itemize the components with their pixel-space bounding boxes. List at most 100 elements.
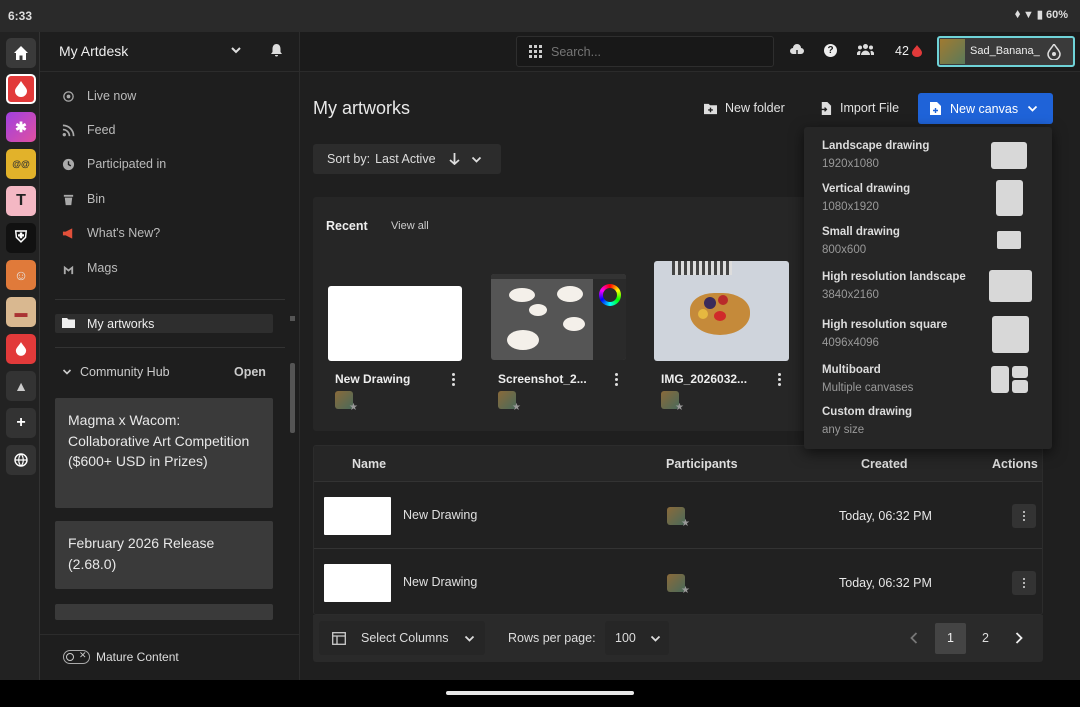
small-shape-icon (997, 231, 1021, 249)
search-input[interactable] (551, 43, 761, 61)
recent-card-title[interactable]: Screenshot_2... (498, 372, 587, 386)
signal-icon: ⬧ (1015, 8, 1021, 20)
more-icon[interactable] (450, 373, 456, 386)
home-icon[interactable] (6, 38, 36, 68)
search-box[interactable] (516, 36, 774, 67)
row-actions-button[interactable] (1012, 571, 1036, 595)
points-counter[interactable]: 42 (895, 44, 922, 58)
chevron-left-icon[interactable] (910, 632, 918, 644)
space-puzzle-icon[interactable]: ✱ (6, 112, 36, 142)
more-icon[interactable] (613, 373, 619, 386)
recent-card-thumb[interactable] (491, 274, 626, 360)
space-shield-icon[interactable]: ⛨ (6, 223, 36, 253)
clock-icon (62, 158, 75, 170)
chevron-right-icon[interactable] (1015, 632, 1023, 644)
sidebar-item-mags[interactable]: Mags (62, 261, 118, 275)
wifi-icon: ▼ (1023, 8, 1034, 21)
home-gesture-handle[interactable] (446, 691, 634, 695)
file-plus-icon (930, 102, 941, 115)
recent-card-title[interactable]: New Drawing (335, 372, 410, 386)
column-created[interactable]: Created (861, 457, 908, 471)
sidebar-item-my-artworks[interactable]: My artworks (55, 314, 273, 333)
column-participants[interactable]: Participants (666, 457, 738, 471)
menu-item-landscape[interactable]: Landscape drawing 1920x1080 (822, 140, 929, 170)
mags-icon (63, 265, 74, 274)
hub-card-partial[interactable] (55, 604, 273, 620)
row-thumbnail (324, 564, 391, 602)
page-1-button[interactable]: 1 (935, 623, 966, 654)
community-open-link[interactable]: Open (234, 365, 266, 379)
sidebar-scrollbar[interactable] (290, 363, 295, 433)
multiboard-shape-icon (1012, 366, 1028, 378)
more-icon[interactable] (776, 373, 782, 386)
chevron-down-icon (464, 635, 474, 642)
import-file-button[interactable]: Import File (819, 101, 899, 115)
chevron-down-icon (650, 635, 660, 642)
hub-card-competition[interactable]: Magma x Wacom: Collaborative Art Competi… (55, 398, 273, 508)
toggle-switch[interactable]: ✕ (63, 650, 90, 664)
select-columns-button[interactable]: Select Columns (319, 621, 485, 655)
badge-icon (1047, 44, 1061, 60)
bell-icon[interactable] (270, 43, 283, 62)
mature-content-toggle[interactable]: ✕ Mature Content (63, 650, 179, 664)
flame-icon (911, 45, 922, 57)
row-name: New Drawing (403, 508, 478, 522)
multiboard-shape-icon (991, 366, 1009, 393)
row-name: New Drawing (403, 575, 478, 589)
status-time: 6:33 (8, 9, 33, 23)
status-bar: 6:33 ⬧ ▼ ▮ 60% (0, 0, 1080, 32)
sort-dropdown[interactable]: Sort by: Last Active (313, 144, 501, 174)
recent-card-title[interactable]: IMG_2026032... (661, 372, 747, 386)
space-wizard-icon[interactable]: ▲ (6, 371, 36, 401)
hires-landscape-shape-icon (989, 270, 1032, 302)
sidebar-item-feed[interactable]: Feed (62, 123, 116, 137)
view-all-link[interactable]: View all (391, 220, 429, 232)
hires-square-shape-icon (992, 316, 1029, 353)
menu-item-hires-square[interactable]: High resolution square 4096x4096 (822, 319, 947, 349)
trash-icon (63, 194, 74, 205)
space-yellow-icon[interactable]: @@ (6, 149, 36, 179)
menu-item-small[interactable]: Small drawing 800x600 (822, 226, 900, 256)
workspace-title[interactable]: My Artdesk (59, 43, 128, 59)
arrow-down-icon (448, 153, 460, 165)
artworks-table: Name Participants Created Actions New Dr… (313, 445, 1043, 615)
row-actions-button[interactable] (1012, 504, 1036, 528)
globe-icon[interactable] (6, 445, 36, 475)
add-space-icon[interactable]: + (6, 408, 36, 438)
chevron-down-icon[interactable] (230, 44, 242, 59)
sidebar: My Artdesk Live now Feed Participated in… (40, 32, 300, 680)
avatar (335, 391, 358, 413)
menu-item-custom[interactable]: Custom drawing any size (822, 406, 912, 436)
menu-item-multiboard[interactable]: Multiboard Multiple canvases (822, 364, 913, 394)
sidebar-item-bin[interactable]: Bin (62, 192, 105, 206)
rows-per-page-select[interactable]: 100 (605, 621, 669, 655)
chevron-down-icon (1027, 105, 1038, 112)
table-row[interactable]: New Drawing Today, 06:32 PM (314, 483, 1042, 549)
sidebar-item-participated[interactable]: Participated in (62, 157, 166, 171)
menu-item-vertical[interactable]: Vertical drawing 1080x1920 (822, 183, 910, 213)
new-folder-button[interactable]: New folder (704, 101, 785, 115)
space-avatar-icon[interactable]: ☺ (6, 260, 36, 290)
columns-icon (332, 631, 346, 645)
sidebar-item-whats-new[interactable]: What's New? (62, 226, 160, 240)
user-profile-chip[interactable]: Sad_Banana_ (937, 36, 1075, 67)
help-icon[interactable]: ? (824, 44, 837, 57)
table-row[interactable]: New Drawing Today, 06:32 PM (314, 550, 1042, 614)
space-magma-icon[interactable] (6, 334, 36, 364)
new-canvas-button[interactable]: New canvas (918, 93, 1053, 124)
recent-card-thumb[interactable] (328, 286, 462, 361)
magma-logo-icon[interactable] (6, 74, 36, 104)
row-created: Today, 06:32 PM (839, 576, 932, 590)
sidebar-item-live-now[interactable]: Live now (62, 89, 136, 103)
hub-card-release[interactable]: February 2026 Release (2.68.0) (55, 521, 273, 589)
column-name[interactable]: Name (352, 457, 386, 471)
menu-item-hires-landscape[interactable]: High resolution landscape 3840x2160 (822, 271, 966, 301)
recent-card-thumb[interactable] (654, 261, 789, 361)
people-icon[interactable] (856, 43, 875, 61)
page-2-button[interactable]: 2 (970, 623, 1001, 654)
space-food-icon[interactable]: ▬ (6, 297, 36, 327)
community-hub-toggle[interactable]: Community Hub (62, 365, 170, 379)
cloud-icon[interactable] (789, 44, 805, 63)
row-created: Today, 06:32 PM (839, 509, 932, 523)
space-t-icon[interactable]: T (6, 186, 36, 216)
